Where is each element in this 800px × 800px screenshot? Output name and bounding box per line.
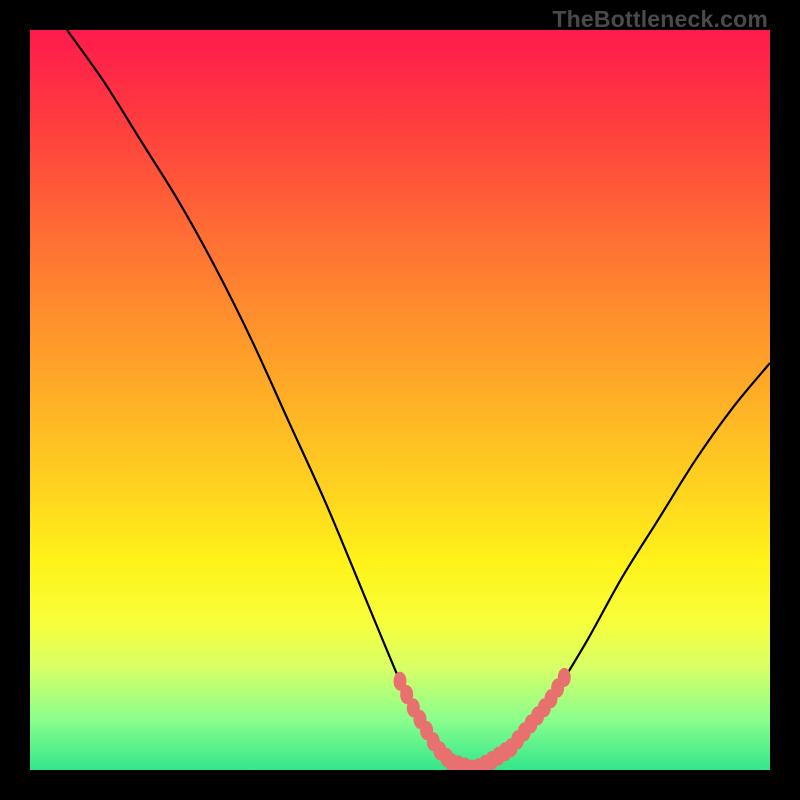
curve-marker (558, 668, 571, 687)
bottleneck-curve (67, 30, 770, 770)
bottleneck-curve-svg (30, 30, 770, 770)
plot-area (30, 30, 770, 770)
curve-group (67, 30, 770, 770)
chart-frame: TheBottleneck.com (0, 0, 800, 800)
watermark-text: TheBottleneck.com (552, 6, 768, 33)
marker-group (394, 668, 571, 770)
